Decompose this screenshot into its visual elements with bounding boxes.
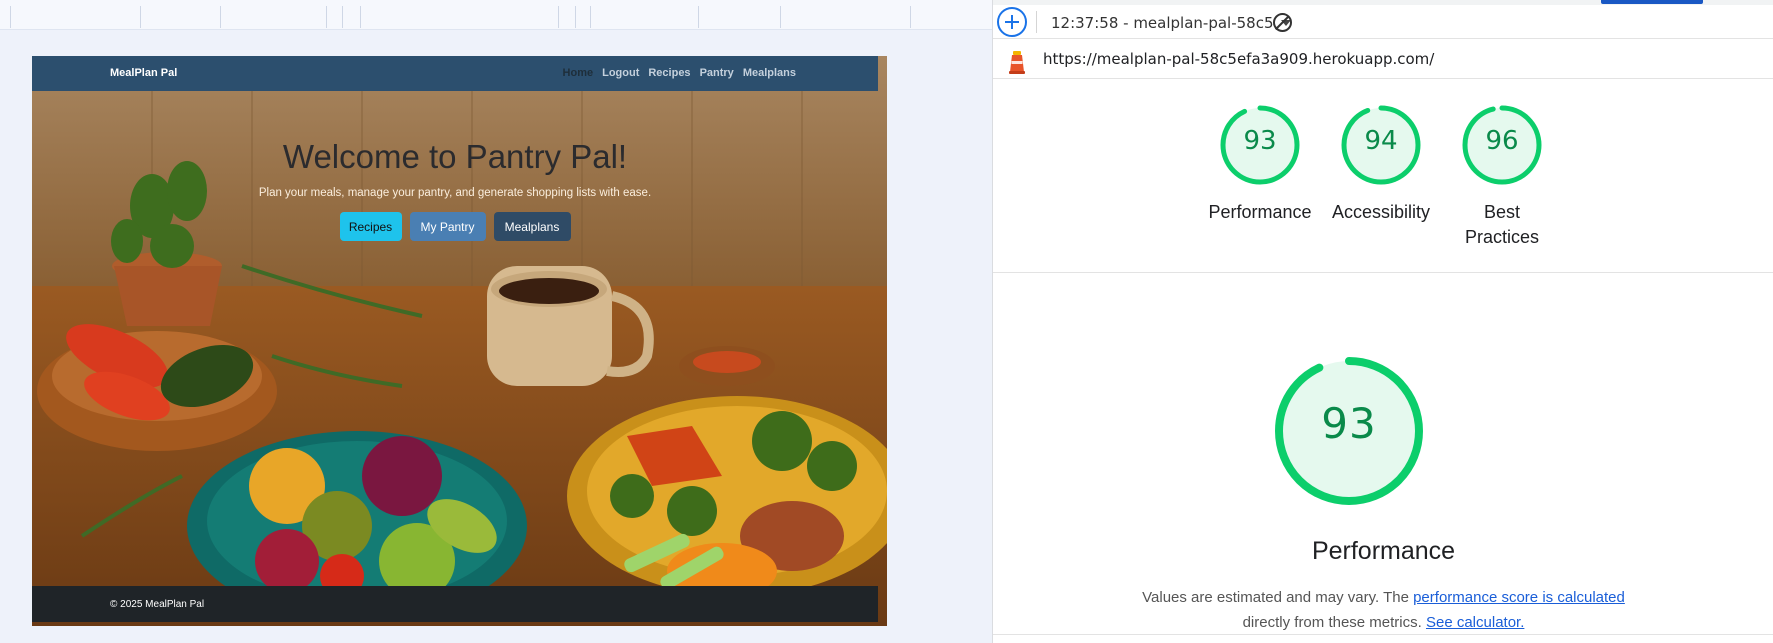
main-category-title: Performance [1311,537,1456,565]
lighthouse-icon [1009,51,1025,74]
site-brand[interactable]: MealPlan Pal [110,67,177,79]
nav-link-pantry[interactable]: Pantry [700,67,734,79]
gauge-label: Performance [1208,202,1312,222]
performance-description: Values are estimated and may vary. The p… [1142,589,1625,631]
see-calculator-link[interactable]: See calculator. [1426,614,1524,631]
nav-link-mealplans[interactable]: Mealplans [743,67,796,79]
recipes-button[interactable]: Recipes [339,212,402,241]
report-url[interactable]: https://mealplan-pal-58c5efa3a909.heroku… [1043,50,1434,68]
nav-link-home[interactable]: Home [563,67,594,79]
footer-copyright: © 2025 MealPlan Pal [110,599,205,610]
gauge-score: 93 [1243,126,1277,156]
hero-buttons: Recipes My Pantry Mealplans [32,212,878,241]
gauge-score: 94 [1364,126,1398,156]
nav-link-recipes[interactable]: Recipes [648,67,690,79]
mealplans-button[interactable]: Mealplans [493,212,571,241]
nav-link-logout[interactable]: Logout [602,67,639,79]
main-score: 93 [1321,399,1377,448]
lighthouse-panel: 12:37:58 - mealplan-pal-58c5 https://mea… [992,0,1773,643]
report-selector-label: 12:37:58 - mealplan-pal-58c5 [1051,14,1274,32]
my-pantry-button[interactable]: My Pantry [409,212,486,241]
gauge-label: Accessibility [1331,202,1431,222]
site-footer: © 2025 MealPlan Pal [32,586,878,622]
site-navbar: MealPlan Pal Home Logout Recipes Pantry … [32,56,878,91]
gauge-accessibility[interactable]: 94 Accessibility [1326,104,1436,225]
hero-title: Welcome to Pantry Pal! [282,138,628,175]
page-preview-pane: MealPlan Pal Home Logout Recipes Pantry … [0,0,992,643]
lighthouse-toolbar: 12:37:58 - mealplan-pal-58c5 [993,5,1773,39]
performance-score-link[interactable]: performance score is calculated [1413,589,1625,606]
gauge-performance[interactable]: 93 Performance [1205,104,1315,225]
main-performance-gauge: 93 [1269,355,1429,507]
clear-block-icon[interactable] [1273,13,1292,32]
ruler [0,0,992,30]
gauge-score: 96 [1485,126,1519,156]
new-report-plus-icon[interactable] [997,7,1027,37]
section-divider [993,272,1773,273]
hero-subtitle: Plan your meals, manage your pantry, and… [258,187,652,199]
gauge-label: Best Practices [1464,202,1540,247]
report-url-bar: https://mealplan-pal-58c5efa3a909.heroku… [993,40,1773,79]
website-preview: MealPlan Pal Home Logout Recipes Pantry … [32,56,887,626]
report-selector[interactable]: 12:37:58 - mealplan-pal-58c5 [1051,14,1291,32]
site-nav-links: Home Logout Recipes Pantry Mealplans [563,67,796,79]
gauge-best-practices[interactable]: 96 Best Practices [1447,104,1557,250]
